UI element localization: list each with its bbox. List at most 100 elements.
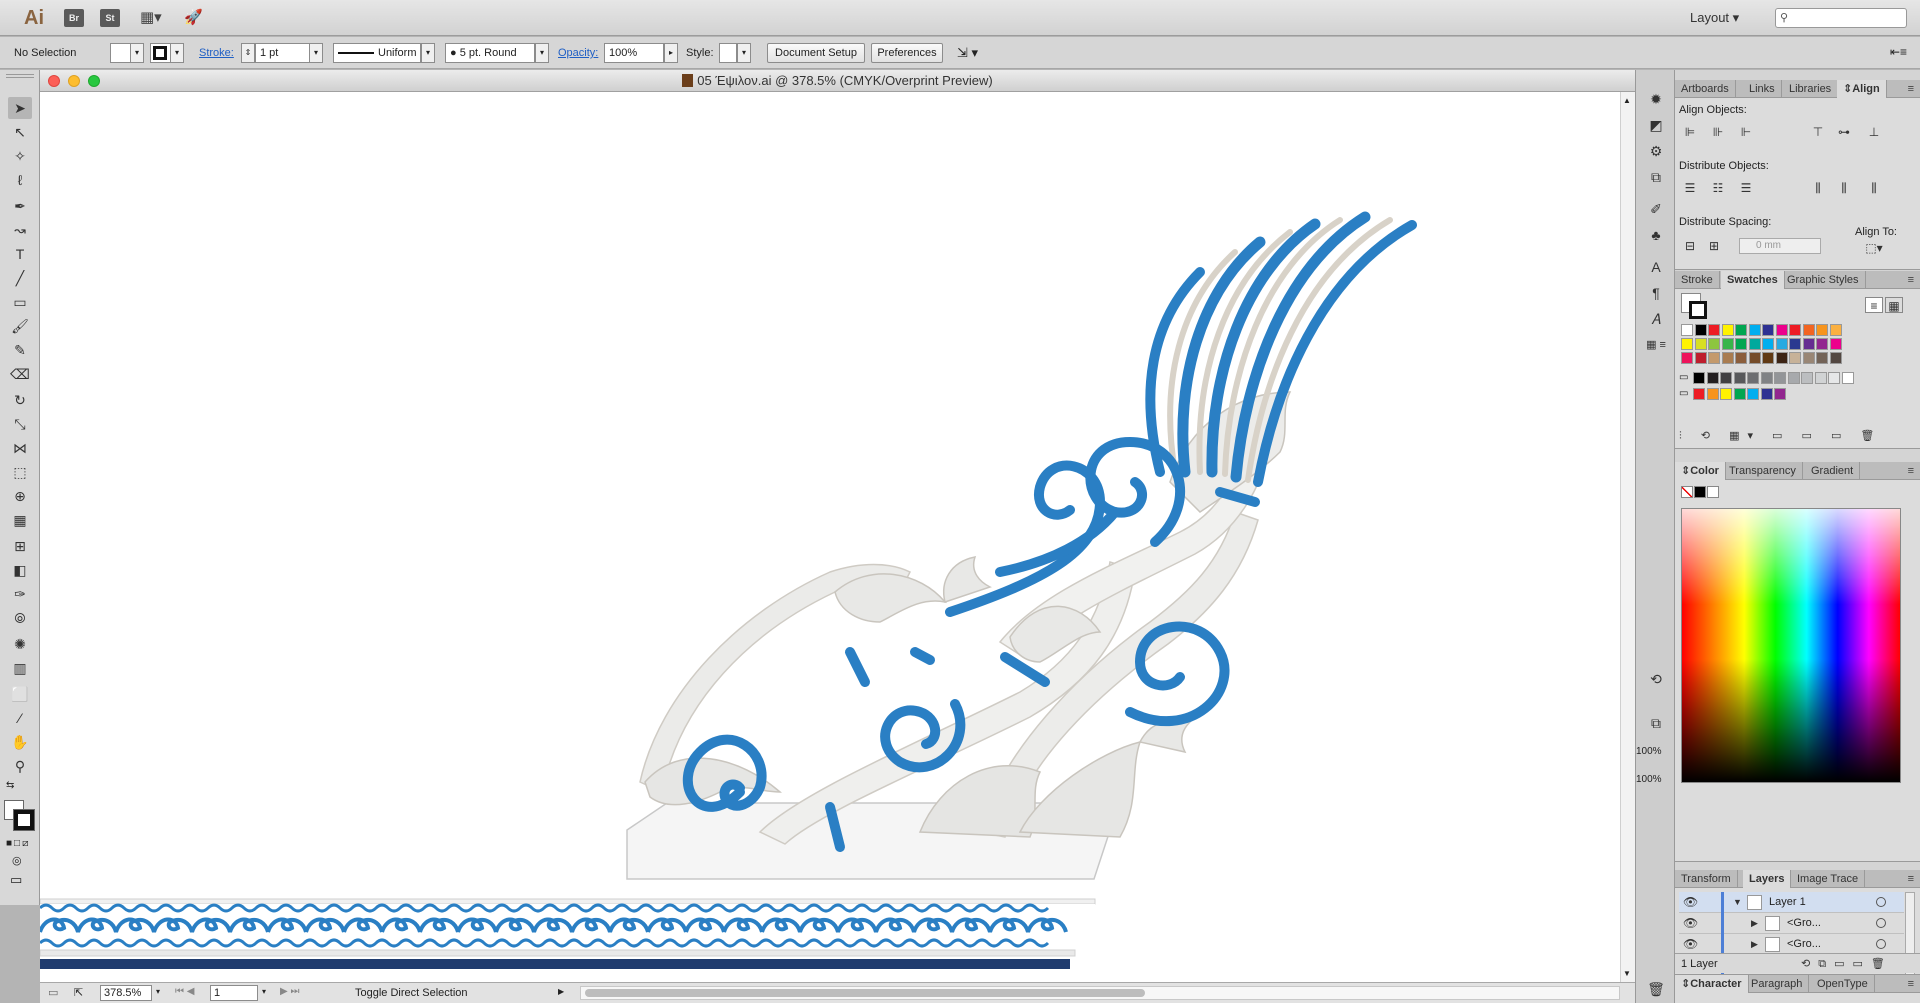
color-swatch[interactable] bbox=[1816, 324, 1828, 336]
color-swatch[interactable] bbox=[1802, 352, 1815, 364]
color-swatch[interactable] bbox=[1829, 338, 1842, 350]
layer-target-icon[interactable] bbox=[1876, 897, 1886, 907]
distribute-right-icon[interactable]: ⫼ bbox=[1865, 180, 1883, 196]
color-swatch[interactable] bbox=[1721, 324, 1734, 336]
artboard-number-field[interactable]: 1 bbox=[210, 985, 258, 1001]
color-swatch[interactable] bbox=[1681, 324, 1693, 336]
screen-mode-icon[interactable]: ▭ bbox=[10, 872, 22, 888]
rotate-tool-icon[interactable]: ↻ bbox=[8, 389, 32, 411]
pen-tool-icon[interactable]: ✒ bbox=[8, 195, 32, 217]
blend-tool-icon[interactable]: ⦾ bbox=[8, 607, 32, 629]
align-horizontal-center-icon[interactable]: ⊪ bbox=[1709, 124, 1727, 140]
workspace-switcher[interactable]: Layout ▾ bbox=[1690, 10, 1739, 26]
zoom-level-field[interactable]: 378.5% bbox=[100, 985, 152, 1001]
distribute-vertical-center-icon[interactable]: ☷ bbox=[1709, 180, 1727, 196]
brush-dropdown[interactable]: ▾ bbox=[535, 43, 549, 63]
scroll-down-icon[interactable]: ▼ bbox=[1623, 969, 1631, 978]
swap-fill-stroke-icon[interactable]: ⇆ bbox=[6, 780, 14, 791]
direct-selection-tool-icon[interactable]: ↖ bbox=[8, 121, 32, 143]
align-top-icon[interactable]: ⊤ bbox=[1809, 124, 1827, 140]
white-color-swatch[interactable] bbox=[1707, 486, 1719, 498]
sublayer-row[interactable]: 👁 ▶ <Gro... bbox=[1679, 913, 1904, 934]
graphic-style-dropdown[interactable]: ▾ bbox=[737, 43, 751, 63]
bright-swatch[interactable] bbox=[1747, 388, 1759, 400]
color-swatch[interactable] bbox=[1708, 352, 1720, 364]
profile-dropdown[interactable]: ▾ bbox=[421, 43, 435, 63]
vertical-scrollbar[interactable]: ▲ ▼ bbox=[1620, 92, 1635, 982]
layer-row[interactable]: 👁 ▼ Layer 1 bbox=[1679, 892, 1904, 913]
close-window-button[interactable] bbox=[48, 75, 60, 87]
color-spectrum[interactable] bbox=[1681, 508, 1901, 783]
fill-swatch[interactable] bbox=[110, 43, 132, 63]
visibility-eye-icon[interactable]: 👁 bbox=[1683, 913, 1698, 934]
expand-triangle-icon[interactable]: ▼ bbox=[1733, 892, 1742, 913]
color-swatch[interactable] bbox=[1735, 338, 1747, 350]
gray-swatch[interactable] bbox=[1787, 372, 1800, 384]
width-tool-icon[interactable]: ⋈ bbox=[8, 437, 32, 459]
gray-swatch[interactable] bbox=[1693, 372, 1705, 384]
artwork[interactable] bbox=[38, 92, 1620, 982]
stock-button[interactable]: St bbox=[100, 9, 120, 27]
align-right-icon[interactable]: ⊩ bbox=[1737, 124, 1755, 140]
distribute-horizontal-center-icon[interactable]: ⫼ bbox=[1835, 180, 1853, 196]
magic-wand-tool-icon[interactable]: ✧ bbox=[8, 145, 32, 167]
panel-menu-icon[interactable]: ≡ bbox=[1908, 873, 1914, 885]
character-styles-icon[interactable]: A bbox=[1644, 256, 1668, 278]
color-swatch[interactable] bbox=[1775, 338, 1788, 350]
align-to-selection-icon[interactable]: ⬚▾ bbox=[1865, 240, 1883, 256]
tab-image-trace[interactable]: Image Trace bbox=[1791, 870, 1866, 888]
vertical-distribute-space-icon[interactable]: ⊟ bbox=[1681, 238, 1699, 254]
color-swatch[interactable] bbox=[1681, 352, 1693, 364]
fill-dropdown[interactable]: ▾ bbox=[130, 43, 144, 63]
symbols-panel-icon[interactable]: ♣ bbox=[1644, 224, 1668, 246]
zoom-window-button[interactable] bbox=[88, 75, 100, 87]
stroke-weight-field[interactable]: 1 pt bbox=[255, 43, 310, 63]
gray-swatch[interactable] bbox=[1828, 372, 1840, 384]
color-swatch[interactable] bbox=[1775, 324, 1788, 336]
column-graph-tool-icon[interactable]: ▥ bbox=[8, 657, 32, 679]
panel-view-toggle-icon[interactable]: ▦ ≡ bbox=[1644, 334, 1668, 356]
bright-swatch[interactable] bbox=[1760, 388, 1773, 400]
color-swatch[interactable] bbox=[1789, 352, 1801, 364]
color-swatch[interactable] bbox=[1735, 352, 1747, 364]
paragraph-styles-icon[interactable]: ¶ bbox=[1644, 282, 1668, 304]
bright-swatch[interactable] bbox=[1720, 388, 1732, 400]
stroke-color-box[interactable] bbox=[13, 809, 35, 831]
expand-triangle-icon[interactable]: ▶ bbox=[1751, 913, 1758, 934]
brush-definition[interactable]: ● 5 pt. Round bbox=[445, 43, 535, 63]
tab-opentype[interactable]: OpenType bbox=[1811, 975, 1875, 993]
distribute-left-icon[interactable]: ⫼ bbox=[1809, 180, 1827, 196]
color-swatch[interactable] bbox=[1748, 352, 1761, 364]
tab-character[interactable]: ⇕Character bbox=[1675, 975, 1749, 993]
gray-swatch[interactable] bbox=[1760, 372, 1773, 384]
distribute-bottom-icon[interactable]: ☰ bbox=[1737, 180, 1755, 196]
export-icon[interactable]: ⇱ bbox=[74, 986, 83, 999]
color-swatch[interactable] bbox=[1708, 338, 1720, 350]
graphic-style-swatch[interactable] bbox=[719, 43, 737, 63]
gray-swatch[interactable] bbox=[1841, 372, 1854, 384]
visibility-eye-icon[interactable]: 👁 bbox=[1683, 934, 1698, 955]
color-swatch[interactable] bbox=[1694, 352, 1707, 364]
color-swatch[interactable] bbox=[1721, 338, 1734, 350]
panel-menu-icon[interactable]: ≡ bbox=[1908, 465, 1914, 477]
tab-color[interactable]: ⇕Color bbox=[1675, 462, 1726, 480]
list-view-icon[interactable]: ≡ bbox=[1865, 297, 1883, 313]
align-vertical-center-icon[interactable]: ⊶ bbox=[1835, 124, 1853, 140]
spacing-value-field[interactable]: 0 mm bbox=[1739, 238, 1821, 254]
tab-gradient[interactable]: Gradient bbox=[1805, 462, 1861, 480]
bright-swatch[interactable] bbox=[1733, 388, 1746, 400]
gray-swatch[interactable] bbox=[1733, 372, 1746, 384]
brushes-panel-icon[interactable]: ✐ bbox=[1644, 198, 1668, 220]
color-swatch[interactable] bbox=[1762, 352, 1774, 364]
color-swatch[interactable] bbox=[1694, 338, 1707, 350]
expand-triangle-icon[interactable]: ▶ bbox=[1751, 934, 1758, 955]
eyedropper-tool-icon[interactable]: ✑ bbox=[8, 583, 32, 605]
artboard-nav-icon[interactable]: ▭ bbox=[48, 986, 58, 999]
gray-swatch[interactable] bbox=[1706, 372, 1719, 384]
opacity-field[interactable]: 100% bbox=[604, 43, 664, 63]
swatch-group-folder-icon[interactable]: ▭ bbox=[1679, 372, 1688, 383]
tab-links[interactable]: Links bbox=[1743, 80, 1782, 98]
scale-tool-icon[interactable]: ⤡ bbox=[8, 413, 32, 435]
symbol-sprayer-tool-icon[interactable]: ✺ bbox=[8, 633, 32, 655]
bright-swatch[interactable] bbox=[1774, 388, 1786, 400]
